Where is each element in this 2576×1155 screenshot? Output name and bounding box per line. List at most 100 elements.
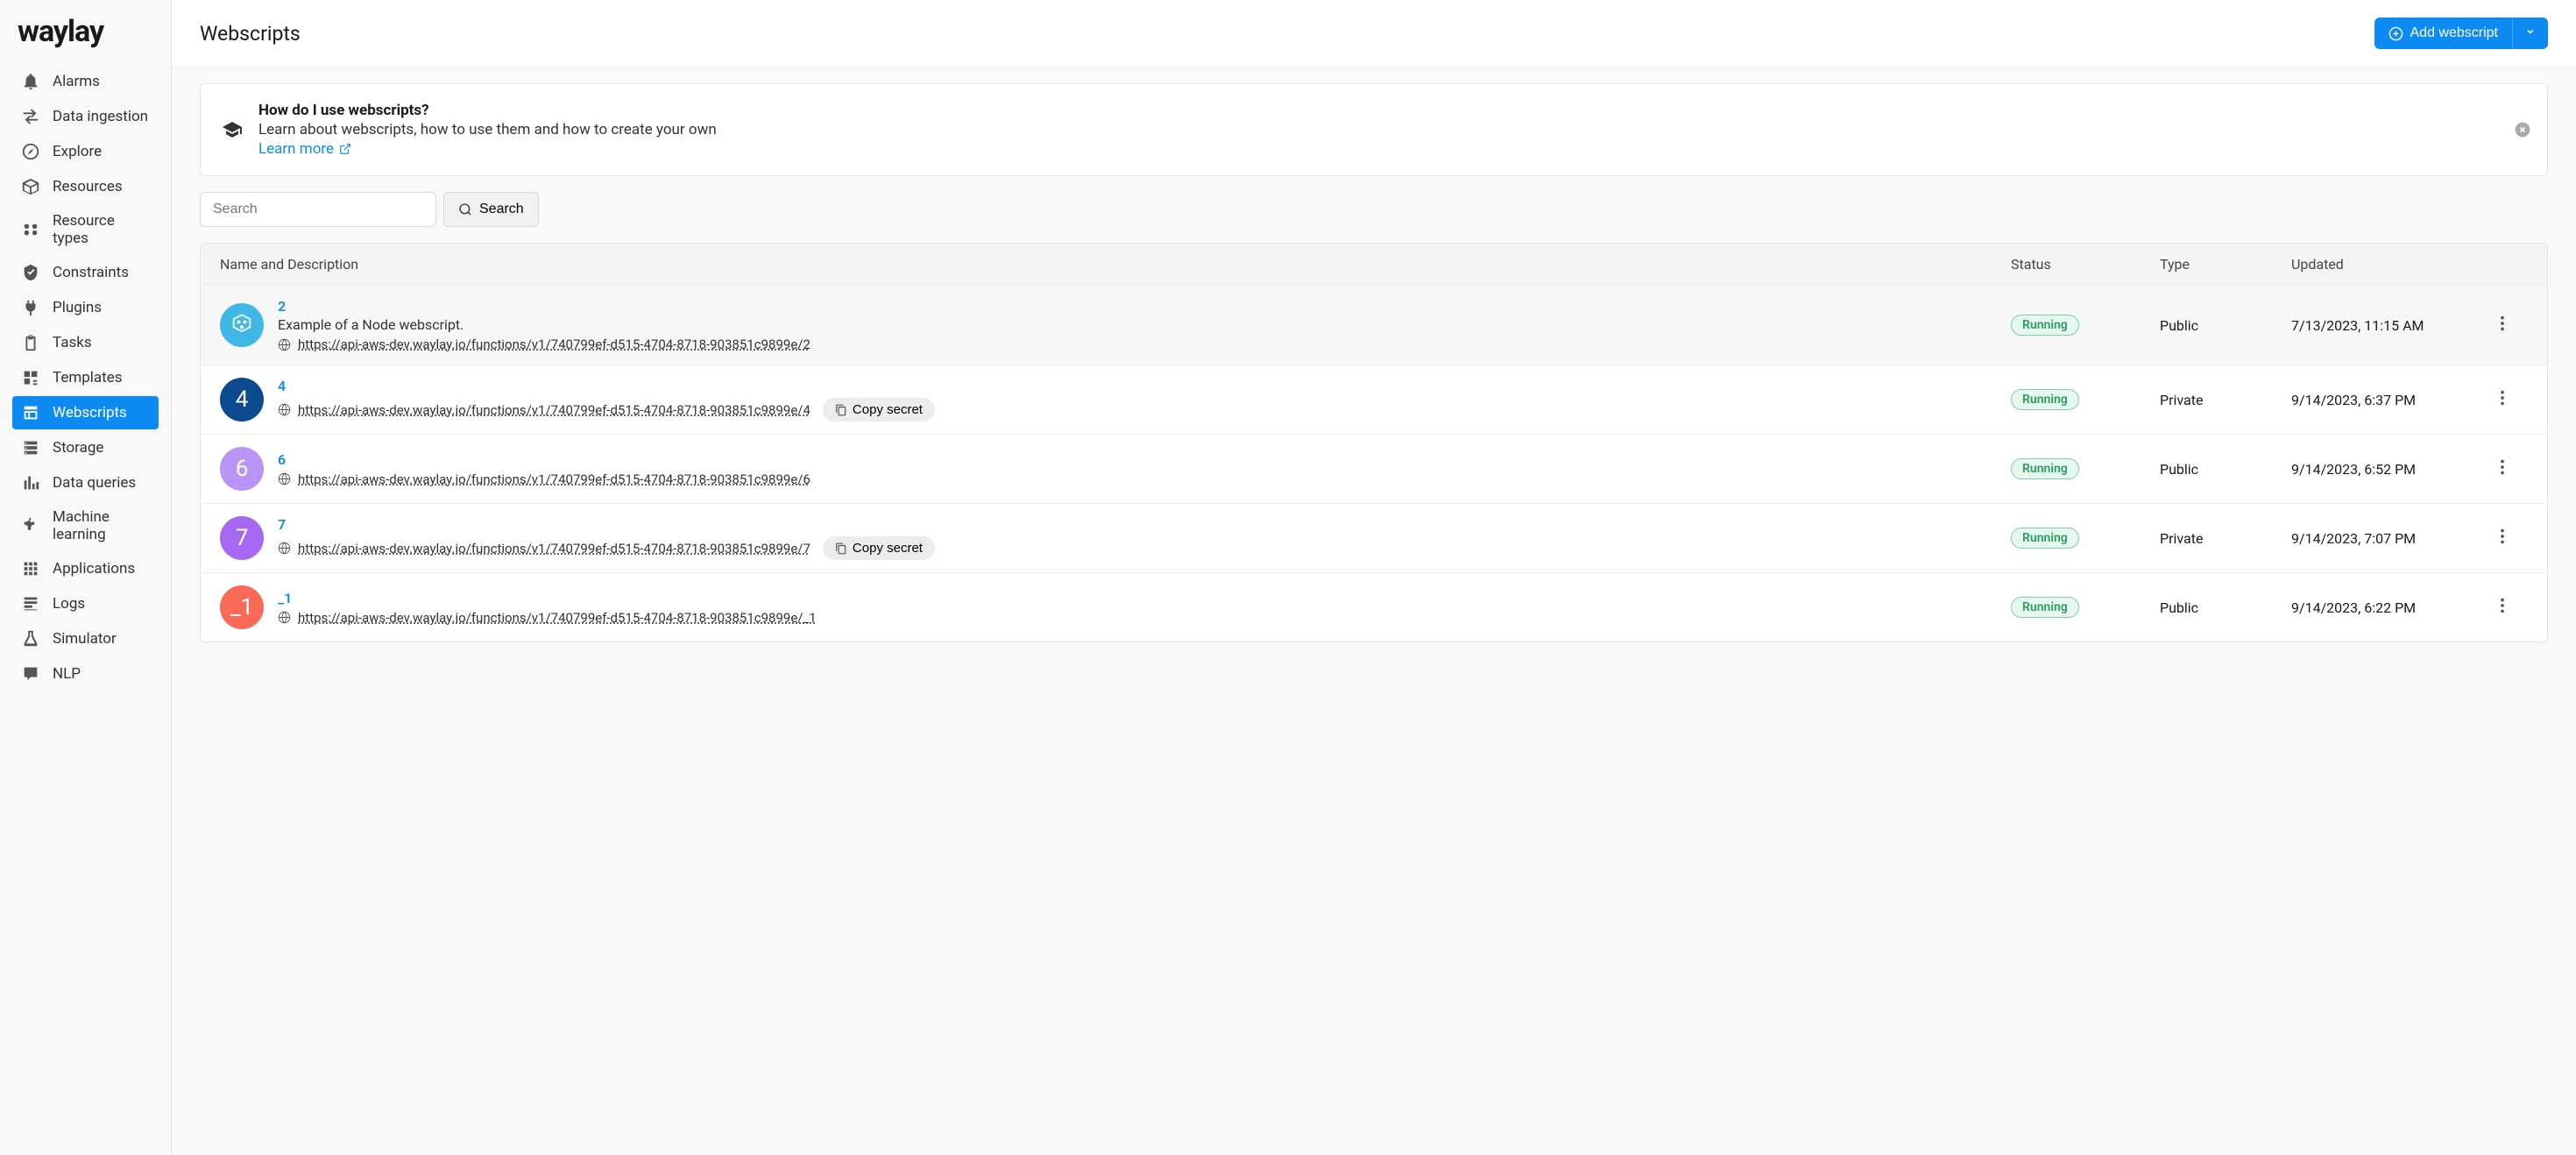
sidebar-item-nlp[interactable]: NLP (12, 657, 159, 691)
avatar: 7 (220, 516, 264, 560)
sidebar-item-storage[interactable]: Storage (12, 431, 159, 464)
globe-icon (278, 338, 291, 351)
learn-more-link[interactable]: Learn more (258, 140, 351, 158)
row-url[interactable]: https://api-aws-dev.waylay.io/functions/… (298, 610, 817, 626)
ml-icon (21, 516, 40, 535)
page-title: Webscripts (200, 22, 301, 46)
add-button-label: Add webscript (2410, 25, 2499, 41)
col-name: Name and Description (220, 256, 2011, 273)
apps-icon (21, 559, 40, 578)
nav-label: Templates (53, 369, 123, 386)
webscript-icon (21, 403, 40, 422)
sidebar-item-templates[interactable]: Templates (12, 361, 159, 394)
sidebar-item-explore[interactable]: Explore (12, 135, 159, 168)
row-type: Private (2160, 530, 2291, 547)
globe-icon (278, 611, 291, 624)
sidebar-item-logs[interactable]: Logs (12, 587, 159, 620)
status-badge: Running (2011, 528, 2079, 549)
chart-icon (21, 473, 40, 492)
nav-label: Applications (53, 560, 135, 578)
add-webscript-button[interactable]: Add webscript (2374, 18, 2549, 49)
globe-icon (278, 403, 291, 416)
row-type: Public (2160, 317, 2291, 334)
main: Webscripts Add webscript How do I use we… (172, 0, 2576, 1155)
nav-label: Alarms (53, 73, 100, 90)
row-description: Example of a Node webscript. (278, 316, 2011, 333)
sidebar-item-machine-learning[interactable]: Machine learning (12, 501, 159, 550)
row-updated: 9/14/2023, 6:22 PM (2291, 599, 2493, 616)
row-type: Private (2160, 392, 2291, 408)
sidebar-item-plugins[interactable]: Plugins (12, 291, 159, 324)
plus-circle-icon (2388, 26, 2403, 41)
clipboard-icon (21, 333, 40, 352)
nav-label: Resources (53, 178, 123, 195)
nav-label: Data ingestion (53, 108, 148, 125)
table-row[interactable]: 4 4 https://api-aws-dev.waylay.io/functi… (201, 365, 2547, 434)
external-link-icon (339, 143, 351, 155)
compass-icon (21, 142, 40, 161)
webscripts-table: Name and Description Status Type Updated… (200, 243, 2548, 642)
flask-icon (21, 629, 40, 648)
logs-icon (21, 594, 40, 613)
status-badge: Running (2011, 315, 2079, 336)
page-header: Webscripts Add webscript (172, 0, 2576, 67)
search-input[interactable] (200, 192, 436, 227)
col-updated: Updated (2291, 256, 2493, 273)
sidebar-item-data-queries[interactable]: Data queries (12, 466, 159, 500)
nav-label: Tasks (53, 334, 92, 351)
row-url[interactable]: https://api-aws-dev.waylay.io/functions/… (298, 541, 810, 556)
shield-icon (21, 263, 40, 282)
kebab-menu-icon[interactable] (2493, 596, 2512, 615)
sidebar-item-resources[interactable]: Resources (12, 170, 159, 203)
table-row[interactable]: 2 Example of a Node webscript. https://a… (201, 285, 2547, 365)
row-type: Public (2160, 599, 2291, 616)
globe-icon (278, 542, 291, 555)
row-name[interactable]: 6 (278, 451, 2011, 468)
nav-label: Constraints (53, 264, 129, 281)
close-icon[interactable] (2514, 121, 2531, 138)
avatar: 6 (220, 447, 264, 491)
nav-label: Machine learning (53, 508, 150, 543)
nav-label: Resource types (53, 212, 150, 247)
nav-label: Data queries (53, 474, 136, 492)
row-updated: 7/13/2023, 11:15 AM (2291, 317, 2493, 334)
row-name[interactable]: _1 (278, 590, 2011, 606)
row-name[interactable]: 7 (278, 516, 2011, 533)
copy-secret-button[interactable]: Copy secret (823, 398, 935, 422)
row-url[interactable]: https://api-aws-dev.waylay.io/functions/… (298, 402, 810, 418)
kebab-menu-icon[interactable] (2493, 388, 2512, 407)
add-button-dropdown[interactable] (2512, 18, 2548, 49)
brand-logo: waylay (0, 0, 171, 65)
avatar (220, 303, 264, 347)
bell-icon (21, 72, 40, 91)
table-row[interactable]: 7 7 https://api-aws-dev.waylay.io/functi… (201, 503, 2547, 572)
nav-label: Storage (53, 439, 103, 457)
banner-text: Learn about webscripts, how to use them … (258, 121, 717, 138)
search-button[interactable]: Search (443, 192, 539, 227)
kebab-menu-icon[interactable] (2493, 527, 2512, 546)
row-url[interactable]: https://api-aws-dev.waylay.io/functions/… (298, 471, 810, 487)
info-banner: How do I use webscripts? Learn about web… (200, 83, 2548, 176)
nlp-icon (21, 664, 40, 684)
row-url[interactable]: https://api-aws-dev.waylay.io/functions/… (298, 337, 810, 352)
row-name[interactable]: 4 (278, 378, 2011, 394)
kebab-menu-icon[interactable] (2493, 457, 2512, 477)
sidebar-item-tasks[interactable]: Tasks (12, 326, 159, 359)
sidebar-item-alarms[interactable]: Alarms (12, 65, 159, 98)
sidebar-item-constraints[interactable]: Constraints (12, 256, 159, 289)
avatar: _1 (220, 585, 264, 629)
sidebar-item-applications[interactable]: Applications (12, 552, 159, 585)
table-row[interactable]: 6 6 https://api-aws-dev.waylay.io/functi… (201, 434, 2547, 503)
search-icon (458, 202, 472, 216)
row-name[interactable]: 2 (278, 298, 2011, 315)
sidebar-item-resource-types[interactable]: Resource types (12, 205, 159, 254)
copy-secret-button[interactable]: Copy secret (823, 536, 935, 560)
sidebar-item-webscripts[interactable]: Webscripts (12, 396, 159, 429)
avatar: 4 (220, 378, 264, 422)
nav-label: NLP (53, 665, 81, 683)
kebab-menu-icon[interactable] (2493, 314, 2512, 333)
sidebar-item-data-ingestion[interactable]: Data ingestion (12, 100, 159, 133)
status-badge: Running (2011, 389, 2079, 410)
sidebar-item-simulator[interactable]: Simulator (12, 622, 159, 655)
table-row[interactable]: _1 _1 https://api-aws-dev.waylay.io/func… (201, 572, 2547, 641)
